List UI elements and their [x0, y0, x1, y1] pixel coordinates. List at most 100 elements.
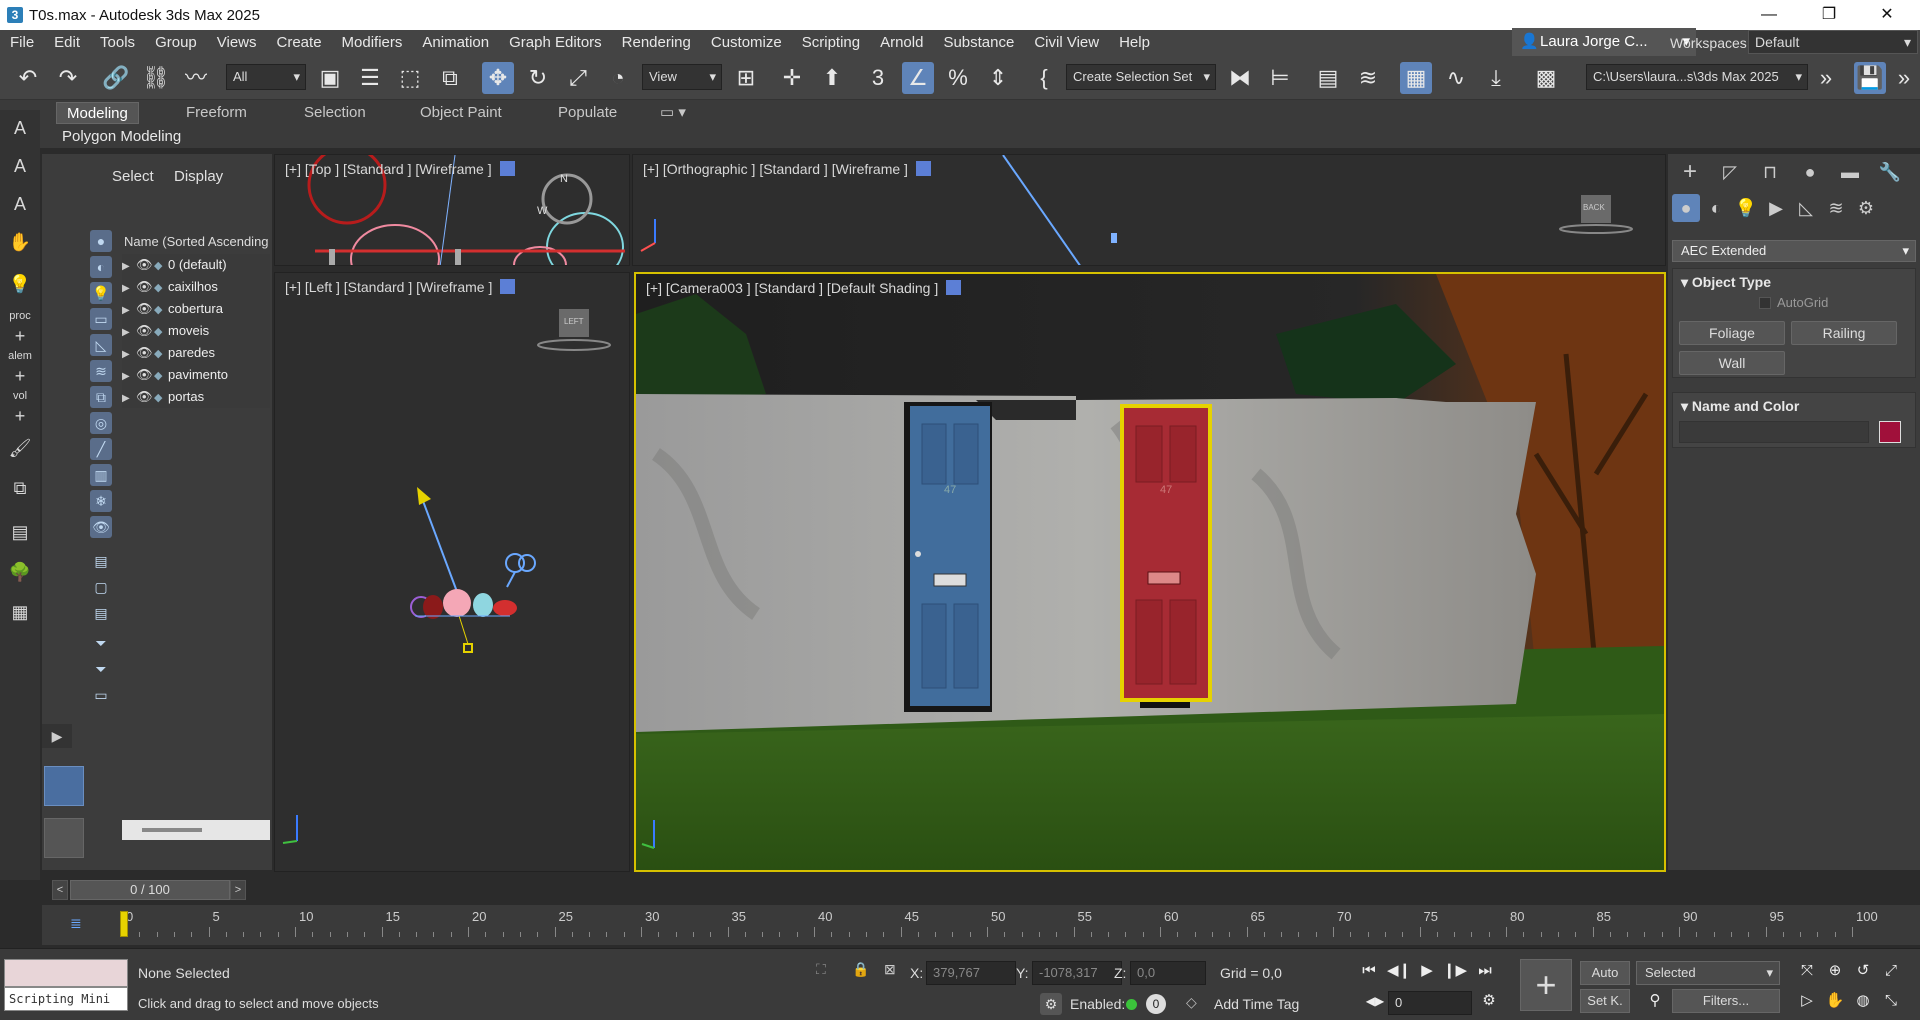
utilities-tab-icon[interactable]: 🔧: [1876, 158, 1904, 186]
filter-lights-icon[interactable]: 💡: [90, 282, 112, 304]
selection-lock-icon[interactable]: 🔒: [852, 961, 869, 978]
filter-hidden-icon[interactable]: 👁: [90, 516, 112, 538]
pivot-center-icon[interactable]: ⊞: [730, 62, 762, 94]
viewport-ortho-label[interactable]: [+] [Orthographic ] [Standard ] [Wirefra…: [643, 161, 931, 177]
viewcube-back[interactable]: BACK: [1583, 203, 1605, 212]
toggle-ribbon-icon[interactable]: ▦: [1400, 62, 1432, 94]
paint-icon[interactable]: 🖌: [6, 434, 34, 462]
add-time-tag[interactable]: Add Time Tag: [1214, 996, 1299, 1012]
tab-object-paint[interactable]: Object Paint: [410, 102, 512, 124]
time-marker[interactable]: [120, 911, 128, 937]
filter-invert-icon[interactable]: ▤: [90, 602, 112, 624]
time-configuration-icon[interactable]: ⚙: [1476, 989, 1502, 1013]
select-by-name-icon[interactable]: ☰: [354, 62, 386, 94]
viewport-top[interactable]: N W [+] [Top ] [Standard ] [Wireframe ]: [274, 154, 630, 266]
name-color-header[interactable]: ▾ Name and Color: [1673, 393, 1915, 419]
filter-all-icon[interactable]: ▤: [90, 550, 112, 572]
menu-create[interactable]: Create: [267, 30, 332, 56]
helpers-category-icon[interactable]: ◺: [1792, 194, 1820, 222]
auto-key-button[interactable]: Auto: [1580, 961, 1630, 985]
text-tool-3-icon[interactable]: A: [6, 190, 34, 218]
viewport-orthographic[interactable]: BACK [+] [Orthographic ] [Standard ] [Wi…: [632, 154, 1666, 266]
track-bar[interactable]: ≣ 0 5 10 15 20 25 30 35 40 45 50 55 60 65 70 75 80 85 90 95…: [42, 905, 1920, 945]
menu-scripting[interactable]: Scripting: [792, 30, 870, 56]
menu-help[interactable]: Help: [1109, 30, 1160, 56]
layer-row[interactable]: ▶ 👁◆ pavimento: [122, 364, 270, 386]
window-crossing-icon[interactable]: ⧉: [434, 62, 466, 94]
unlink-icon[interactable]: ⛓: [140, 62, 172, 94]
railing-button[interactable]: Railing: [1791, 321, 1897, 345]
select-object-icon[interactable]: ▣: [314, 62, 346, 94]
eye-icon[interactable]: 👁: [136, 276, 154, 298]
field-of-view-icon[interactable]: ▷: [1794, 989, 1820, 1013]
undo-icon[interactable]: ↶: [12, 62, 44, 94]
menu-rendering[interactable]: Rendering: [612, 30, 701, 56]
material-editor-icon[interactable]: ▩: [1530, 62, 1562, 94]
selection-filter-dropdown[interactable]: All: [226, 64, 306, 90]
zoom-extents-icon[interactable]: ⤧: [1794, 959, 1820, 983]
filter-none-icon[interactable]: ▢: [90, 576, 112, 598]
maximize-toggle-icon[interactable]: ⤡: [1878, 989, 1904, 1013]
display-tab-icon[interactable]: ▬: [1836, 158, 1864, 186]
procedural-icon[interactable]: proc +: [6, 310, 34, 346]
viewport-ortho-menu[interactable]: [+] [Orthographic ] [Standard ] [Wirefra…: [643, 161, 908, 177]
cameras-category-icon[interactable]: ▶: [1762, 194, 1790, 222]
layer-row[interactable]: ▶ 👁◆ paredes: [122, 342, 270, 364]
systems-category-icon[interactable]: ⚙: [1852, 194, 1880, 222]
rect-selection-icon[interactable]: ⬚: [394, 62, 426, 94]
filter-groups-icon[interactable]: ⧉: [90, 386, 112, 408]
set-key-button[interactable]: Set K.: [1580, 989, 1630, 1013]
user-account-dropdown[interactable]: 👤 Laura Jorge C... ▾: [1512, 28, 1696, 56]
orbit-icon[interactable]: ↺: [1850, 959, 1876, 983]
select-manipulate-icon[interactable]: ✛: [776, 62, 808, 94]
keyboard-shortcut-override-icon[interactable]: ⬆: [816, 62, 848, 94]
tab-selection[interactable]: Selection: [294, 102, 376, 124]
lights-category-icon[interactable]: 💡: [1732, 194, 1760, 222]
next-frame-icon[interactable]: ❙▶: [1442, 959, 1468, 983]
scene-tab-display[interactable]: Display: [174, 168, 223, 185]
minimize-icon[interactable]: —: [1746, 0, 1792, 30]
filter-geometry-icon[interactable]: ●: [90, 230, 112, 252]
curve-editor-icon[interactable]: ∿: [1440, 62, 1472, 94]
enabled-toggle[interactable]: 0: [1146, 994, 1166, 1014]
volume-icon[interactable]: vol +: [6, 390, 34, 426]
time-slider-thumb[interactable]: 0 / 100: [70, 880, 230, 900]
x-coordinate-field[interactable]: 379,767: [926, 961, 1016, 985]
time-prev-icon[interactable]: <: [52, 880, 68, 900]
toggle-scene-explorer-icon[interactable]: ▤: [1312, 62, 1344, 94]
spacewarps-category-icon[interactable]: ≋: [1822, 194, 1850, 222]
filter-settings-icon[interactable]: ▭: [90, 684, 112, 706]
layer-row[interactable]: ▶ 👁◆ cobertura: [122, 298, 270, 320]
modify-tab-icon[interactable]: ◸: [1716, 158, 1744, 186]
ribbon-options-icon[interactable]: ▭ ▾: [650, 102, 696, 124]
menu-tools[interactable]: Tools: [90, 30, 145, 56]
layer-row[interactable]: ▶ 👁◆ caixilhos: [122, 276, 270, 298]
tab-populate[interactable]: Populate: [548, 102, 627, 124]
mirror-icon[interactable]: ⧓: [1224, 62, 1256, 94]
viewport-top-label[interactable]: [+] [Top ] [Standard ] [Wireframe ]: [285, 161, 515, 177]
expand-arrow-icon[interactable]: ▶: [122, 256, 136, 278]
scene-horizontal-scrollbar[interactable]: [122, 820, 270, 840]
expand-arrow-icon[interactable]: ▶: [122, 278, 136, 300]
close-icon[interactable]: ✕: [1864, 0, 1910, 30]
menu-views[interactable]: Views: [207, 30, 267, 56]
viewport-camera[interactable]: 47 47 [+] [Camera003 ] [Standard ] [Defa…: [634, 272, 1666, 872]
viewport-camera-label[interactable]: [+] [Camera003 ] [Standard ] [Default Sh…: [646, 280, 962, 296]
eye-icon[interactable]: 👁: [136, 342, 154, 364]
maximize-icon[interactable]: ❐: [1806, 0, 1852, 30]
geometry-category-icon[interactable]: ●: [1672, 194, 1700, 222]
viewport-top-menu[interactable]: [+] [Top ] [Standard ] [Wireframe ]: [285, 161, 492, 177]
eye-icon[interactable]: 👁: [136, 320, 154, 342]
viewport-layout-single-icon[interactable]: [44, 818, 84, 858]
shapes-category-icon[interactable]: ◐: [1702, 194, 1730, 222]
walk-icon[interactable]: ◍: [1850, 989, 1876, 1013]
menu-file[interactable]: File: [0, 30, 44, 56]
sculpt-icon[interactable]: ✋: [6, 228, 34, 256]
redo-icon[interactable]: ↷: [52, 62, 84, 94]
move-icon[interactable]: ✥: [482, 62, 514, 94]
layer-row[interactable]: ▶ 👁◆ moveis: [122, 320, 270, 342]
expand-arrow-icon[interactable]: ▶: [122, 344, 136, 366]
menu-graph-editors[interactable]: Graph Editors: [499, 30, 612, 56]
go-to-start-icon[interactable]: ⏮: [1356, 959, 1382, 983]
layer-row[interactable]: ▶ 👁◆ 0 (default): [122, 254, 270, 276]
